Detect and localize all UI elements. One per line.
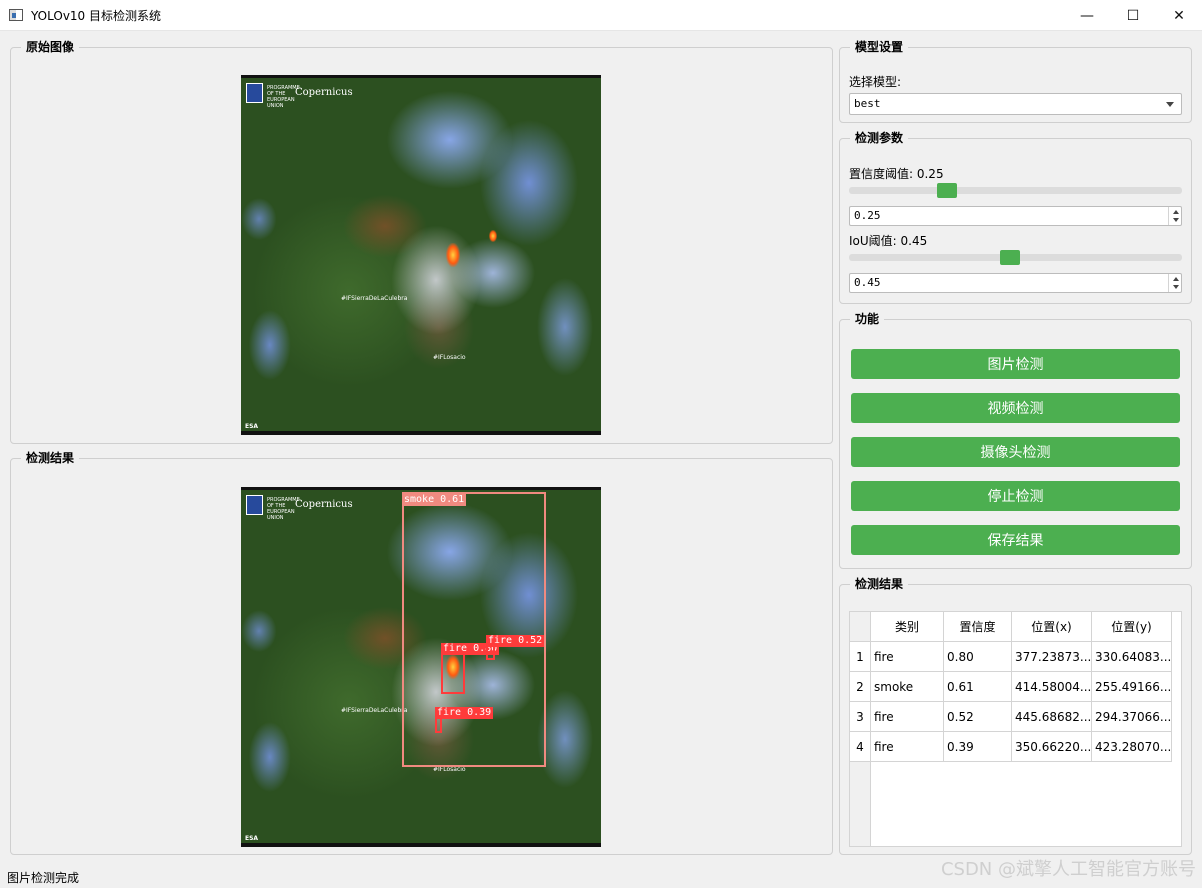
iou-slider-handle[interactable] [999,250,1020,265]
original-image-title: 原始图像 [21,39,80,55]
detection-box-fire: fire 0.52 [486,635,545,660]
minimize-button[interactable]: — [1064,0,1110,31]
table-cell[interactable]: 0.39 [944,732,1012,762]
conf-slider-handle[interactable] [937,183,958,198]
image-top-strip [241,75,601,78]
table-cell[interactable]: 255.49166... [1092,672,1172,702]
functions-title: 功能 [850,311,885,327]
smoke-plume [391,225,481,335]
eu-flag-icon [246,495,263,515]
place-label: #IFSierraDeLaCulebra [341,707,408,714]
spinbox-separator [1168,274,1169,292]
iou-threshold-label: IoU阈值: 0.45 [849,234,928,248]
row-header[interactable]: 2 [850,672,871,702]
place-label: #IFSierraDeLaCulebra [341,295,408,302]
row-header[interactable]: 3 [850,702,871,732]
eu-text: PROGRAMME OF THE EUROPEAN UNION [267,497,300,521]
table-cell[interactable]: 423.28070... [1092,732,1172,762]
table-cell[interactable]: fire [871,642,944,672]
detection-label: smoke 0.61 [402,494,467,506]
title-bar: YOLOv10 目标检测系统 — ☐ ✕ [0,0,1202,31]
copernicus-logo-text: Copernicus [295,499,353,510]
results-table-title: 检测结果 [850,576,909,592]
fire-spot [489,230,497,242]
table-cell[interactable]: 0.61 [944,672,1012,702]
spin-up-icon[interactable] [1173,210,1179,214]
eu-flag-icon [246,83,263,103]
spin-down-icon[interactable] [1173,285,1179,289]
esa-logo-text: ESA [245,835,259,842]
results-table[interactable]: 类别 置信度 位置(x) 位置(y) 1 fire 0.80 377.23873… [849,611,1182,847]
model-select-label: 选择模型: [849,75,902,89]
close-icon: ✕ [1173,7,1185,24]
save-result-button[interactable]: 保存结果 [851,525,1180,555]
spin-down-icon[interactable] [1173,218,1179,222]
maximize-button[interactable]: ☐ [1110,0,1156,31]
table-cell[interactable]: fire [871,732,944,762]
column-header-x[interactable]: 位置(x) [1012,612,1092,642]
esa-logo-text: ESA [245,423,259,430]
table-corner[interactable] [850,612,871,642]
place-label: #IFLosacio [433,766,466,773]
place-label: #IFLosacio [433,354,466,361]
table-cell[interactable]: 0.52 [944,702,1012,732]
status-bar-text: 图片检测完成 [7,871,80,885]
row-header[interactable]: 1 [850,642,871,672]
result-image-title: 检测结果 [21,450,80,466]
table-cell[interactable]: 0.80 [944,642,1012,672]
table-cell[interactable]: 294.37066... [1092,702,1172,732]
model-settings-title: 模型设置 [850,39,909,55]
detection-box-smoke: smoke 0.61 [402,492,546,767]
conf-slider[interactable] [849,187,1182,194]
result-image: PROGRAMME OF THE EUROPEAN UNION Copernic… [241,487,601,847]
conf-spinbox[interactable]: 0.25 [849,206,1182,226]
table-cell[interactable]: 350.66220... [1012,732,1092,762]
original-image-group: 原始图像 PROGRAMME OF THE EUROPEAN UNION Cop… [10,39,833,444]
close-button[interactable]: ✕ [1156,0,1202,31]
image-detect-button[interactable]: 图片检测 [851,349,1180,379]
iou-spinbox-value: 0.45 [854,276,881,289]
column-header-confidence[interactable]: 置信度 [944,612,1012,642]
detection-label: fire 0.39 [435,707,494,719]
eu-text: PROGRAMME OF THE EUROPEAN UNION [267,85,300,109]
table-cell[interactable]: 414.58004... [1012,672,1092,702]
original-image: PROGRAMME OF THE EUROPEAN UNION Copernic… [241,75,601,435]
column-header-y[interactable]: 位置(y) [1092,612,1172,642]
column-header-class[interactable]: 类别 [871,612,944,642]
window-title: YOLOv10 目标检测系统 [31,8,162,23]
model-select[interactable]: best [849,93,1182,115]
image-bottom-strip [241,431,601,435]
maximize-icon: ☐ [1126,7,1140,24]
detection-box-fire: fire 0.39 [435,707,494,733]
copernicus-logo-text: Copernicus [295,87,353,98]
conf-threshold-label: 置信度阈值: 0.25 [849,167,944,181]
table-cell[interactable]: smoke [871,672,944,702]
table-cell[interactable]: fire [871,702,944,732]
detection-params-title: 检测参数 [850,130,909,146]
conf-spinbox-value: 0.25 [854,209,881,222]
table-cell[interactable]: 330.64083... [1092,642,1172,672]
iou-spinbox[interactable]: 0.45 [849,273,1182,293]
table-cell[interactable]: 445.68682... [1012,702,1092,732]
result-image-group: 检测结果 PROGRAMME OF THE EUROPEAN UNION Cop… [10,450,833,855]
image-bottom-strip [241,843,601,847]
detection-box-fire: fire 0.80 [441,643,500,694]
stop-detect-button[interactable]: 停止检测 [851,481,1180,511]
model-select-value: best [854,97,881,110]
image-top-strip [241,487,601,490]
table-empty-gutter [850,762,871,846]
table-cell[interactable]: 377.23873... [1012,642,1092,672]
detection-label: fire 0.52 [486,635,545,647]
spinbox-separator [1168,207,1169,225]
fire-spot [446,243,460,267]
spin-up-icon[interactable] [1173,277,1179,281]
app-window-icon [9,9,23,21]
row-header[interactable]: 4 [850,732,871,762]
watermark: CSDN @斌擎人工智能官方账号 [940,859,1196,880]
video-detect-button[interactable]: 视频检测 [851,393,1180,423]
camera-detect-button[interactable]: 摄像头检测 [851,437,1180,467]
minimize-icon: — [1080,7,1094,24]
chevron-down-icon [1166,102,1174,107]
